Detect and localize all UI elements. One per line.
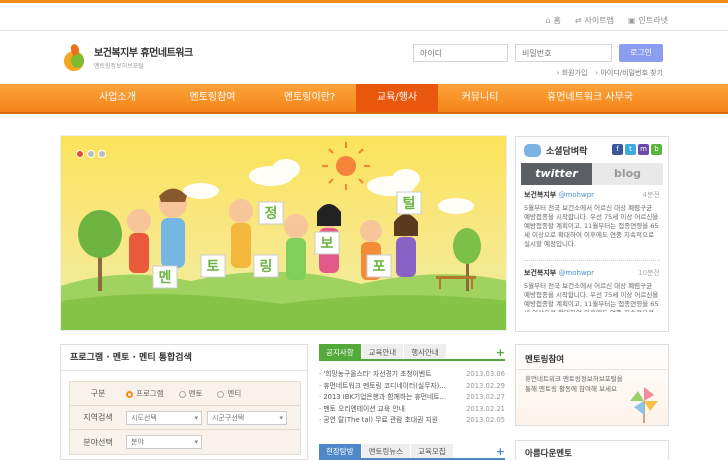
- banner-letter-6: 털: [403, 195, 416, 212]
- home-link[interactable]: ⌂ 홈: [545, 15, 560, 26]
- city-select[interactable]: 시도선택: [126, 410, 202, 425]
- pinwheel-icon: [630, 387, 658, 423]
- utility-links: ⌂ 홈 ⇄ 사이트맵 ▣ 인트라넷: [545, 15, 668, 26]
- list-item[interactable]: · 2013 IBK기업은행과 함께하는 휴먼네트... 2013.02.27: [319, 392, 505, 404]
- join-link[interactable]: › 회원가입: [557, 68, 588, 78]
- social-wall: 소셜담벼락 f t m b twitter blog 보건복지부 @mohwpr…: [515, 136, 669, 332]
- banner-dot-3[interactable]: [98, 150, 106, 158]
- id-input[interactable]: [413, 44, 508, 62]
- mentoring-text: 휴먼네트워크 멘토링정보허브포털을 통해 멘토링 활동에 참여해 보세요: [525, 375, 623, 393]
- tab-blog[interactable]: blog: [592, 163, 663, 185]
- tab-education[interactable]: 교육안내: [361, 344, 404, 359]
- banner-dot-2[interactable]: [87, 150, 95, 158]
- tab-field-visit[interactable]: 현장탐방: [319, 444, 361, 458]
- tab-recruit[interactable]: 교육모집: [411, 444, 453, 458]
- nav-item-about[interactable]: 사업소개: [70, 84, 165, 112]
- social-title: 소셜담벼락: [546, 146, 588, 157]
- field-label: 분야선택: [83, 437, 113, 447]
- find-account-link[interactable]: › 아이디/비밀번호 찾기: [595, 68, 663, 78]
- banner-letter-4: 보: [321, 236, 334, 252]
- list-item[interactable]: · 멘토 오리엔테이션 교육 안내 2013.02.21: [319, 404, 505, 416]
- tweet-item[interactable]: 보건복지부 @mohwpr 4분전 5월부터 전국 보건소에서 어르신 대상 폐렴…: [516, 185, 668, 267]
- tab-twitter[interactable]: twitter: [521, 163, 592, 185]
- radio-mentor[interactable]: 멘토: [178, 388, 202, 399]
- notice-tabs: 공지사항 교육안내 행사안내 +: [319, 344, 505, 361]
- login-button[interactable]: 로그인: [619, 44, 663, 62]
- intranet-link[interactable]: ▣ 인트라넷: [628, 15, 668, 26]
- logo-title: 보건복지부 휴먼네트워크: [94, 48, 193, 59]
- banner-letter-5: 포: [373, 259, 386, 275]
- tab-mentoring-news[interactable]: 멘토링뉴스: [361, 444, 411, 458]
- utility-divider: [0, 30, 728, 31]
- tab-events[interactable]: 행사안내: [404, 344, 446, 359]
- search-form: 구분 프로그램 멘토 멘티 지역검색 시도선택 시군구선택 분야선택 분야: [69, 381, 301, 455]
- integrated-search: 프로그램 · 멘토 · 멘티 통합검색 구분 프로그램 멘토 멘티 지역검색 시…: [60, 344, 308, 460]
- sitemap-icon: ⇄: [574, 16, 582, 25]
- social-tabs: twitter blog: [521, 163, 663, 185]
- mentoring-participation[interactable]: 멘토링참여 휴먼네트워크 멘토링정보허브포털을 통해 멘토링 활동에 참여해 보…: [515, 344, 669, 426]
- notice-board: 공지사항 교육안내 행사안내 + · '희망농구올스타' 자선경기 초청이벤트 2…: [319, 344, 505, 460]
- banner-controls: [76, 150, 106, 158]
- chat-bubbles-icon: [524, 143, 541, 157]
- facebook-icon[interactable]: f: [612, 144, 623, 155]
- type-radios: 프로그램 멘토 멘티: [126, 388, 241, 399]
- type-label: 구분: [90, 389, 106, 398]
- banner-illustration: 멘 토 링 정 보 포 털: [61, 142, 506, 330]
- blog-icon[interactable]: b: [651, 144, 662, 155]
- home-icon: ⌂: [545, 16, 551, 25]
- radio-mentee[interactable]: 멘티: [217, 388, 241, 399]
- banner-letter-1: 토: [207, 259, 220, 275]
- tab-notice[interactable]: 공지사항: [319, 344, 361, 359]
- list-item[interactable]: · 휴먼네트워크 멘토링 코디네이터(실무자)... 2013.02.29: [319, 381, 505, 393]
- login-links: › 회원가입 › 아이디/비밀번호 찾기: [557, 68, 663, 78]
- logo-subtitle: 멘토링정보허브포털: [94, 63, 144, 70]
- banner-letter-0: 멘: [159, 270, 172, 286]
- banner-letter-2: 링: [260, 258, 273, 275]
- main-banner[interactable]: 멘 토 링 정 보 포 털: [60, 135, 507, 331]
- news-tabs: 현장탐방 멘토링뉴스 교육모집 +: [319, 444, 505, 460]
- more-icon[interactable]: +: [496, 344, 505, 359]
- radio-program[interactable]: 프로그램: [126, 388, 164, 399]
- sns-links: f t m b: [612, 144, 662, 155]
- nav-item-join-mentoring[interactable]: 멘토링참여: [165, 84, 260, 112]
- nav-item-community[interactable]: 커뮤니티: [440, 84, 520, 112]
- search-title: 프로그램 · 멘토 · 멘티 통합검색: [61, 345, 307, 371]
- more-icon[interactable]: +: [496, 444, 505, 458]
- nav-item-education[interactable]: 교육/행사: [356, 84, 438, 112]
- logo-icon: [62, 42, 88, 72]
- lock-icon: ▣: [627, 16, 636, 25]
- list-item[interactable]: · 공연 탈(The tal) 무료 관람 초대권 지원 2013.02.05: [319, 415, 505, 427]
- field-select[interactable]: 분야: [126, 435, 202, 449]
- login-form: 로그인: [413, 44, 663, 62]
- nav-item-what-is-mentoring[interactable]: 멘토링이란?: [262, 84, 357, 112]
- nav-item-office[interactable]: 휴먼네트워크 사무국: [530, 84, 650, 112]
- banner-pause-dot[interactable]: [76, 150, 84, 158]
- mentoring-title: 멘토링참여: [516, 345, 668, 370]
- password-input[interactable]: [515, 44, 612, 62]
- sitemap-link[interactable]: ⇄ 사이트맵: [575, 15, 614, 26]
- top-accent-line: [0, 0, 728, 3]
- banner-letter-3: 정: [265, 205, 278, 222]
- notice-list: · '희망농구올스타' 자선경기 초청이벤트 2013.03.06 · 휴먼네트워…: [319, 369, 505, 427]
- beautiful-mentor[interactable]: 아름다운멘토: [515, 440, 669, 460]
- twitter-icon[interactable]: t: [625, 144, 636, 155]
- main-nav: 사업소개 멘토링참여 멘토링이란? 교육/행사 커뮤니티 휴먼네트워크 사무국: [0, 84, 728, 114]
- me2day-icon[interactable]: m: [638, 144, 649, 155]
- district-select[interactable]: 시군구선택: [207, 410, 287, 425]
- region-label: 지역검색: [83, 413, 113, 422]
- tweet-item[interactable]: 보건복지부 @mohwpr 10분전 5월부터 전국 보건소에서 어르신 대상 폐…: [516, 267, 668, 318]
- list-item[interactable]: · '희망농구올스타' 자선경기 초청이벤트 2013.03.06: [319, 369, 505, 381]
- beautiful-mentor-title: 아름다운멘토: [525, 449, 572, 459]
- site-logo[interactable]: 보건복지부 휴먼네트워크 멘토링정보허브포털: [62, 42, 193, 72]
